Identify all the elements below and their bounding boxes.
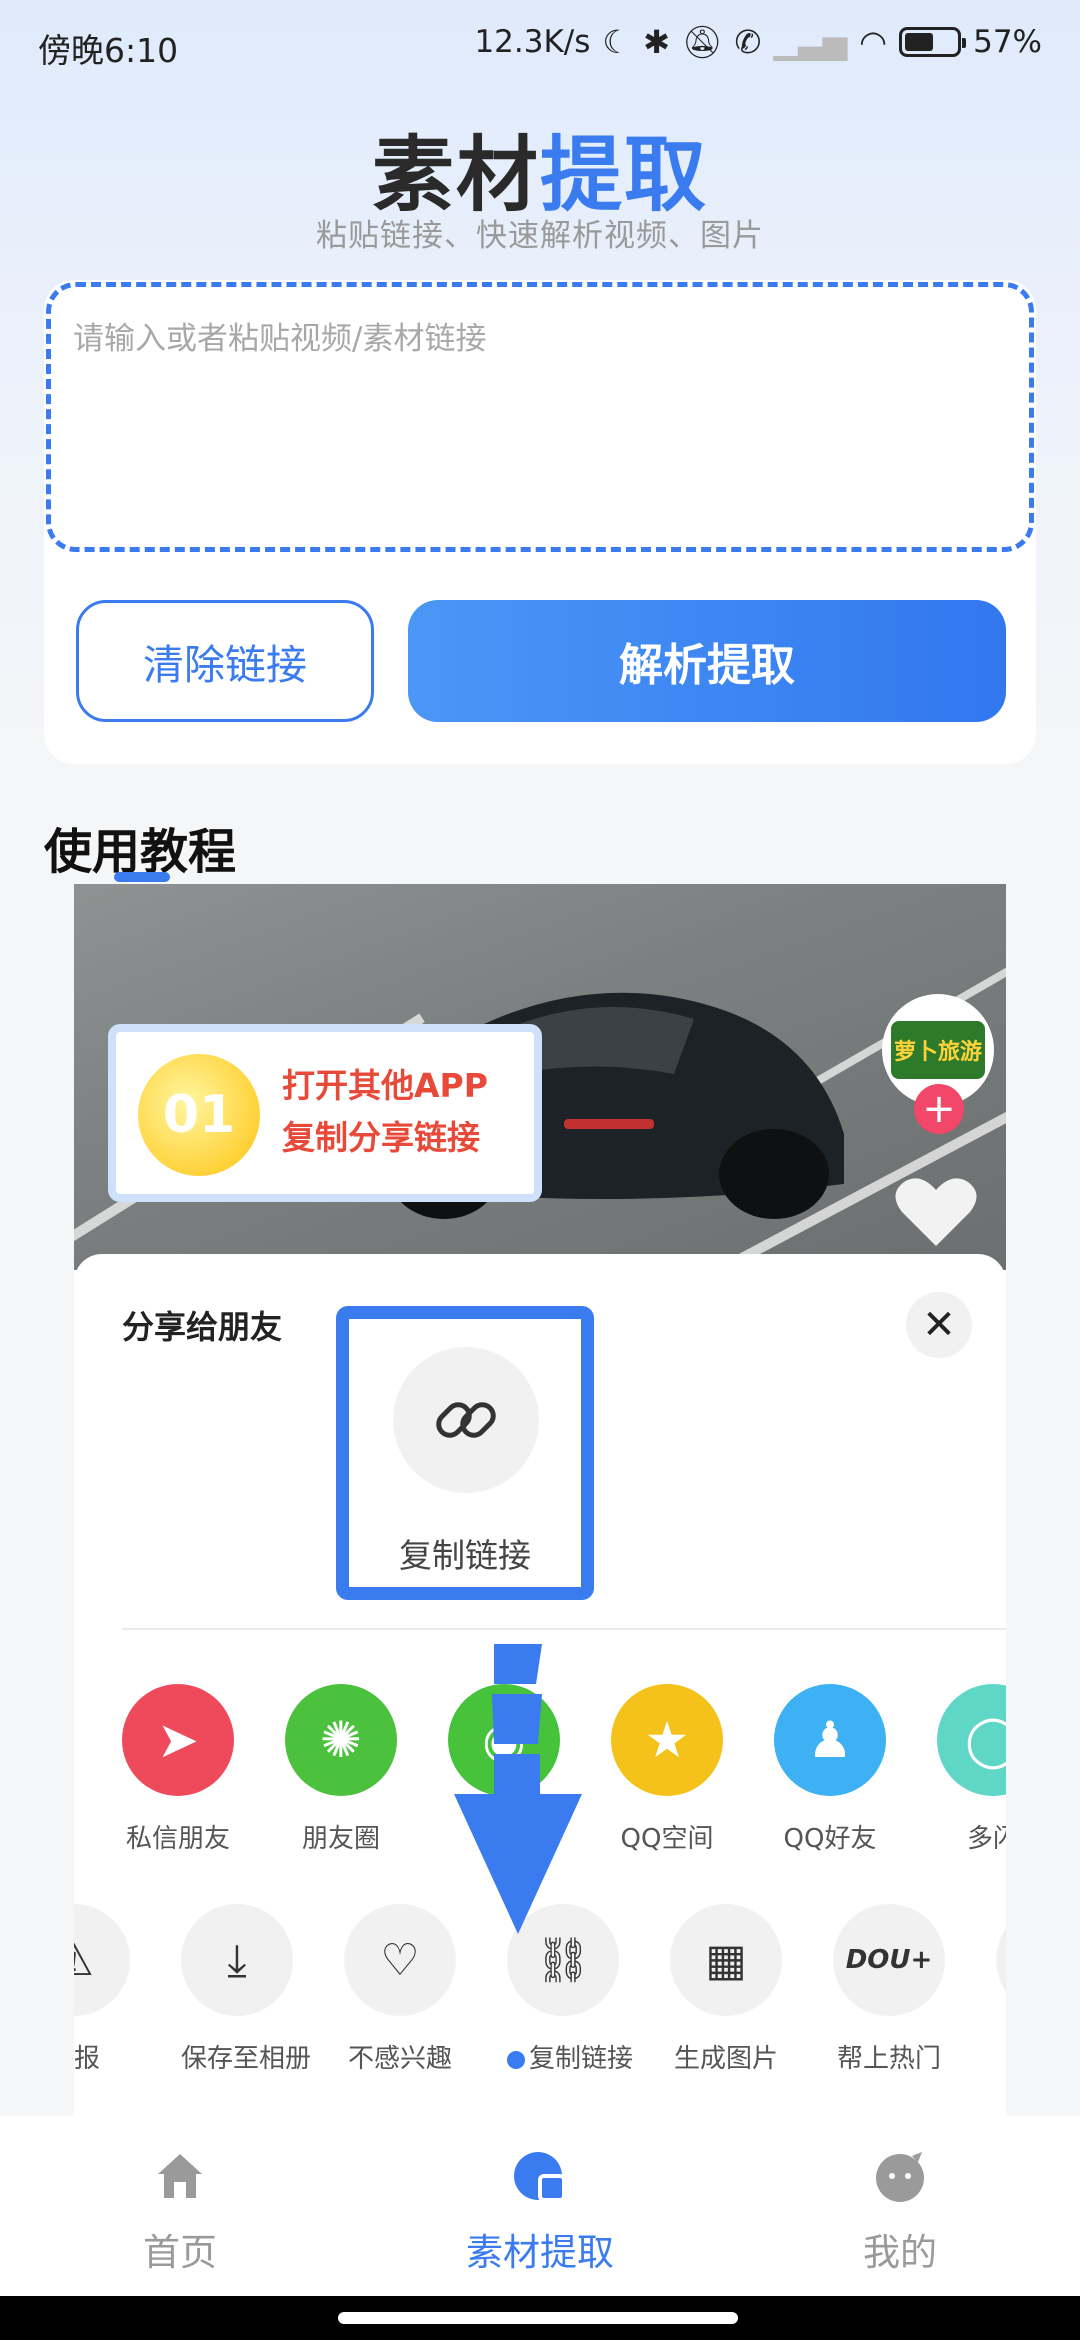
more-icon bbox=[996, 1904, 1006, 2016]
share-action-label: 保存至相册 bbox=[181, 2044, 312, 2074]
bottom-nav: 首页 素材提取 我的 bbox=[0, 2116, 1080, 2296]
share-target-label: 多闪 bbox=[966, 1824, 1006, 1854]
share-target: ✺ 朋友圈 bbox=[285, 1684, 397, 1855]
battery-icon bbox=[899, 27, 967, 57]
share-action-label: 举报 bbox=[74, 2044, 100, 2074]
link-card: 清除链接 解析提取 bbox=[44, 280, 1036, 764]
share-action-label: 帮上热门 bbox=[836, 2044, 941, 2074]
share-action-label: 生成图片 bbox=[673, 2044, 778, 2074]
share-action-label-text: 复制链接 bbox=[529, 2044, 634, 2074]
moon-icon: ☾ bbox=[602, 23, 632, 61]
status-time: 傍晚6:10 bbox=[38, 31, 179, 70]
share-action bbox=[996, 1904, 1006, 2075]
title-part-1: 素材 bbox=[371, 128, 540, 223]
call-forward-icon: ✆ bbox=[734, 23, 762, 61]
share-target: ➤ 私信朋友 bbox=[122, 1684, 234, 1855]
aperture-icon: ✺ bbox=[285, 1684, 397, 1796]
nav-item-1[interactable]: 素材提取 bbox=[390, 2116, 690, 2296]
share-target-label: 朋友圈 bbox=[301, 1824, 380, 1854]
parse-extract-button[interactable]: 解析提取 bbox=[408, 600, 1006, 722]
share-action: DOU+ 帮上热门 bbox=[833, 1904, 945, 2075]
profile-face-icon bbox=[872, 2148, 928, 2204]
battery-percent: 57% bbox=[973, 24, 1042, 60]
share-sheet-title: 分享给朋友 bbox=[122, 1308, 283, 1346]
chat-bubble-icon: ◯ bbox=[937, 1684, 1006, 1796]
status-bar: 傍晚6:10 12.3K/s ☾ ✱ 🔕︎ ✆ ▁▃▅ ◠ 57% bbox=[0, 0, 1080, 92]
share-sheet: 分享给朋友 ✕ 复制链接 ➤私信朋友✺朋友圈◉微信★QQ空间♟QQ好友◯多闪 ⚠… bbox=[74, 1254, 1006, 2116]
section-underline bbox=[114, 872, 170, 882]
link-input[interactable] bbox=[51, 287, 1029, 547]
dou-plus-icon: DOU+ bbox=[833, 1904, 945, 2016]
close-icon: ✕ bbox=[906, 1292, 972, 1358]
qq-penguin-icon: ♟ bbox=[774, 1684, 886, 1796]
signal-icon: ▁▃▅ bbox=[773, 23, 848, 61]
broken-heart-icon: ♡ bbox=[344, 1904, 456, 2016]
share-target: ★ QQ空间 bbox=[611, 1684, 723, 1855]
share-action: ♡ 不感兴趣 bbox=[344, 1904, 456, 2075]
step-number: 01 bbox=[138, 1054, 260, 1176]
share-target-label: 私信朋友 bbox=[125, 1824, 230, 1854]
bluetooth-icon: ✱ bbox=[643, 23, 670, 61]
indicator-dot bbox=[507, 2050, 525, 2069]
network-speed: 12.3K/s bbox=[474, 24, 591, 60]
share-action-label: 不感兴趣 bbox=[347, 2044, 452, 2074]
step-badge: 01 打开其他APP 复制分享链接 bbox=[108, 1024, 542, 1202]
share-action: ⤓ 保存至相册 bbox=[181, 1904, 312, 2075]
share-target: ♟ QQ好友 bbox=[774, 1684, 886, 1855]
tutorial-image: 01 打开其他APP 复制分享链接 萝卜旅游 + 分享给朋友 ✕ 复制链接 ➤ 私… bbox=[74, 884, 1006, 2116]
share-action-label: 复制链接 bbox=[507, 2038, 633, 2075]
warning-icon: ⚠ bbox=[74, 1904, 130, 2016]
copy-link-label: 复制链接 bbox=[399, 1536, 531, 1575]
step-text: 打开其他APP 复制分享链接 bbox=[282, 1066, 488, 1157]
mute-bell-icon: 🔕︎ bbox=[681, 23, 723, 61]
paper-plane-icon: ➤ bbox=[122, 1684, 234, 1796]
qzone-star-icon: ★ bbox=[611, 1684, 723, 1796]
nav-label: 首页 bbox=[143, 2231, 217, 2274]
clear-link-button[interactable]: 清除链接 bbox=[76, 600, 374, 722]
nav-label: 我的 bbox=[863, 2231, 937, 2274]
divider bbox=[122, 1628, 1006, 1630]
nav-item-2[interactable]: 我的 bbox=[750, 2116, 1050, 2296]
download-icon: ⤓ bbox=[181, 1904, 293, 2016]
avatar-logo: 萝卜旅游 bbox=[891, 1021, 985, 1079]
heart-icon bbox=[895, 1178, 977, 1246]
nav-label: 素材提取 bbox=[466, 2231, 614, 2274]
copy-link-highlight: 复制链接 bbox=[336, 1306, 594, 1600]
link-input-box[interactable] bbox=[46, 282, 1034, 552]
share-target-label: QQ空间 bbox=[620, 1824, 714, 1854]
share-target-label: QQ好友 bbox=[783, 1824, 877, 1854]
tutorial-video-frame: 01 打开其他APP 复制分享链接 萝卜旅游 + bbox=[74, 884, 1006, 1270]
share-action: ▦ 生成图片 bbox=[670, 1904, 782, 2075]
extract-icon bbox=[512, 2148, 568, 2204]
arrow-down-icon bbox=[454, 1644, 582, 1934]
wifi-icon: ◠ bbox=[859, 23, 888, 61]
share-action: ⚠ 举报 bbox=[74, 1904, 130, 2075]
home-icon bbox=[152, 2148, 208, 2204]
home-indicator[interactable] bbox=[338, 2312, 738, 2324]
link-icon bbox=[393, 1347, 539, 1493]
follow-plus-icon: + bbox=[914, 1084, 964, 1134]
qr-grid-icon: ▦ bbox=[670, 1904, 782, 2016]
page-subtitle: 粘贴链接、快速解析视频、图片 bbox=[316, 218, 764, 254]
gesture-bar bbox=[0, 2296, 1080, 2340]
nav-item-0[interactable]: 首页 bbox=[30, 2116, 330, 2296]
share-target: ◯ 多闪 bbox=[937, 1684, 1006, 1855]
title-part-2: 提取 bbox=[540, 128, 709, 223]
status-icons: 12.3K/s ☾ ✱ 🔕︎ ✆ ▁▃▅ ◠ 57% bbox=[474, 22, 1042, 62]
